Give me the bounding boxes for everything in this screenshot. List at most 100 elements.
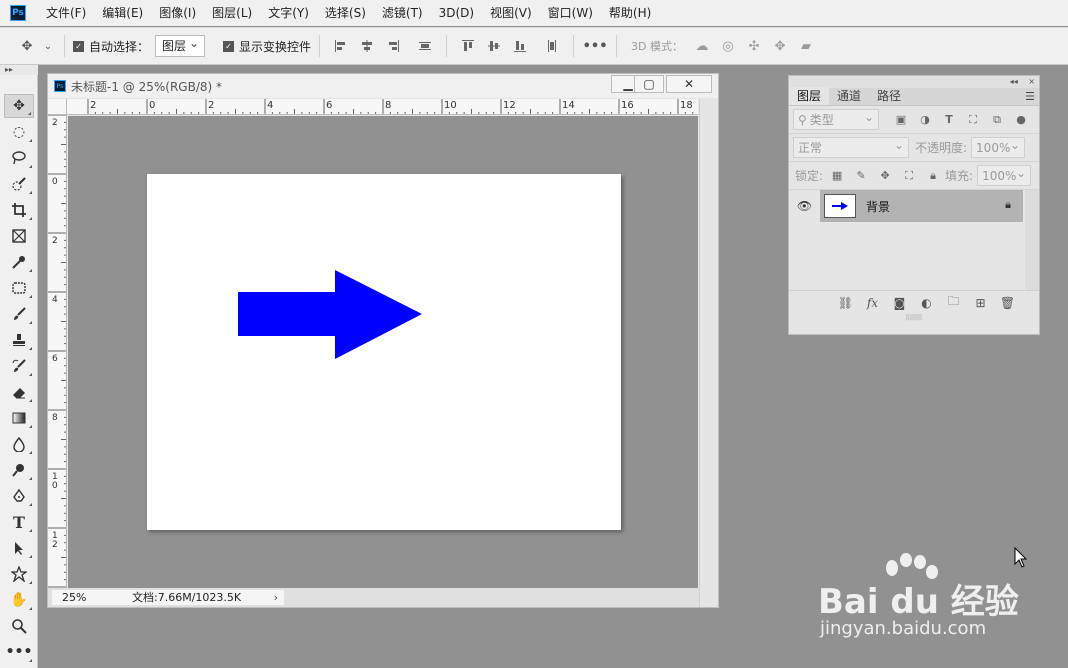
canvas-workspace[interactable] [68, 116, 698, 588]
adjustment-layer-icon[interactable]: ◐ [913, 296, 940, 310]
type-tool-icon[interactable]: T [4, 510, 34, 534]
horizontal-ruler[interactable]: 2 0 2 4 6 8 10 12 14 16 18 [67, 99, 698, 115]
tab-channels[interactable]: 通道 [829, 87, 869, 105]
show-transform-option[interactable]: ✓ 显示变换控件 [223, 38, 311, 55]
filter-smart-object-icon[interactable]: ⧉ [987, 110, 1007, 130]
menu-help[interactable]: 帮助(H) [601, 0, 659, 26]
move-tool-preset-icon[interactable]: ✥ [16, 35, 38, 57]
3d-slide-icon[interactable]: ✥ [769, 35, 791, 57]
lasso-tool-icon[interactable] [4, 146, 34, 170]
lock-paint-icon[interactable]: ✎ [851, 166, 871, 186]
menu-file[interactable]: 文件(F) [38, 0, 94, 26]
pen-tool-icon[interactable] [4, 484, 34, 508]
filter-adjustment-icon[interactable]: ◑ [915, 110, 935, 130]
blend-mode-dropdown[interactable]: 正常 ⌄ [793, 137, 909, 158]
auto-select-option[interactable]: ✓ 自动选择： [73, 38, 149, 55]
eyedropper-tool-icon[interactable] [4, 250, 34, 274]
history-brush-tool-icon[interactable] [4, 354, 34, 378]
distribute-vertical-icon[interactable] [541, 35, 563, 57]
menu-image[interactable]: 图像(I) [151, 0, 204, 26]
ruler-origin[interactable] [48, 99, 67, 115]
opacity-field[interactable]: 100% ⌄ [971, 137, 1026, 158]
brush-tool-icon[interactable] [4, 302, 34, 326]
layer-filter-dropdown[interactable]: ⚲ 类型 ⌄ [793, 109, 879, 130]
filter-shape-icon[interactable]: ⛶ [963, 110, 983, 130]
tab-layers[interactable]: 图层 [789, 87, 830, 105]
layer-row-background[interactable]: 背景 🔒︎ [820, 190, 1023, 222]
eraser-tool-icon[interactable] [4, 380, 34, 404]
crop-tool-icon[interactable] [4, 198, 34, 222]
chevron-down-icon[interactable]: ⌄ [42, 35, 54, 57]
zoom-tool-icon[interactable] [4, 614, 34, 638]
auto-select-checkbox[interactable]: ✓ [73, 40, 84, 52]
lock-artboard-icon[interactable]: ⛶ [899, 166, 919, 186]
shape-tool-icon[interactable] [4, 562, 34, 586]
panel-resize-grip[interactable]: |||||||| [789, 314, 1039, 322]
tools-collapse-toggle[interactable]: ▸▸ [0, 65, 38, 75]
filter-toggle-icon[interactable]: ● [1011, 110, 1031, 130]
eye-icon[interactable]: 👁︎ [789, 190, 820, 222]
align-top-icon[interactable] [457, 35, 479, 57]
align-bottom-icon[interactable] [509, 35, 531, 57]
link-layers-icon[interactable]: ⛓ [832, 296, 859, 310]
patch-tool-icon[interactable] [4, 276, 34, 300]
3d-orbit-icon[interactable]: ☁ [691, 35, 713, 57]
chevron-right-icon[interactable]: › [274, 590, 278, 605]
3d-scale-icon[interactable]: ▰ [795, 35, 817, 57]
distribute-horizontal-icon[interactable] [414, 35, 436, 57]
document-canvas[interactable] [147, 174, 621, 530]
delete-layer-icon[interactable]: 🗑︎ [994, 296, 1021, 310]
marquee-tool-icon[interactable]: ◌ [4, 120, 34, 144]
menu-3d[interactable]: 3D(D) [431, 0, 482, 26]
lock-position-icon[interactable]: ✥ [875, 166, 895, 186]
align-left-icon[interactable] [330, 35, 352, 57]
panel-menu-icon[interactable]: ☰ [1025, 90, 1035, 103]
maximize-button[interactable]: ▢ [634, 75, 664, 93]
document-info[interactable]: 文档:7.66M/1023.5K › [100, 590, 284, 605]
menu-edit[interactable]: 编辑(E) [94, 0, 151, 26]
more-tools-icon[interactable]: ••• [4, 640, 34, 664]
menu-window[interactable]: 窗口(W) [540, 0, 601, 26]
gradient-tool-icon[interactable] [4, 406, 34, 430]
lock-transparent-icon[interactable]: ▦ [827, 166, 847, 186]
new-group-icon[interactable]: 🗀 [940, 292, 967, 313]
path-select-tool-icon[interactable] [4, 536, 34, 560]
dodge-tool-icon[interactable] [4, 458, 34, 482]
move-tool-icon[interactable]: ✥ [4, 94, 34, 118]
frame-tool-icon[interactable] [4, 224, 34, 248]
menu-filter[interactable]: 滤镜(T) [374, 0, 431, 26]
close-button[interactable]: ✕ [666, 75, 712, 93]
document-tab[interactable]: Ps 未标题-1 @ 25%(RGB/8) * ▁ ▢ ✕ [48, 74, 718, 98]
new-layer-icon[interactable]: ⊞ [967, 296, 994, 310]
stamp-tool-icon[interactable] [4, 328, 34, 352]
quick-select-tool-icon[interactable] [4, 172, 34, 196]
align-middle-icon[interactable] [483, 35, 505, 57]
lock-all-icon[interactable]: 🔒︎ [923, 166, 943, 186]
3d-drag-icon[interactable]: ✣ [743, 35, 765, 57]
menu-type[interactable]: 文字(Y) [260, 0, 317, 26]
hand-tool-icon[interactable]: ✋ [4, 588, 34, 612]
auto-select-target-dropdown[interactable]: 图层 [155, 33, 206, 57]
align-center-icon[interactable] [356, 35, 378, 57]
tab-paths[interactable]: 路径 [869, 87, 909, 105]
close-panel-icon[interactable]: × [1028, 77, 1035, 86]
filter-type-icon[interactable]: T [939, 110, 959, 130]
menu-select[interactable]: 选择(S) [317, 0, 374, 26]
blur-tool-icon[interactable] [4, 432, 34, 456]
blue-arrow-shape[interactable] [238, 270, 422, 359]
menu-layer[interactable]: 图层(L) [204, 0, 260, 26]
more-options-icon[interactable]: ••• [583, 35, 608, 57]
vertical-scrollbar[interactable] [699, 99, 717, 607]
align-right-icon[interactable] [382, 35, 404, 57]
3d-roll-icon[interactable]: ◎ [717, 35, 739, 57]
add-mask-icon[interactable]: ◙ [886, 296, 913, 310]
filter-pixel-icon[interactable]: ▣ [891, 110, 911, 130]
zoom-level-field[interactable]: 25% [52, 590, 100, 605]
show-transform-checkbox[interactable]: ✓ [223, 40, 235, 52]
collapse-panel-icon[interactable]: ◂◂ [1010, 77, 1018, 86]
layers-scrollbar[interactable] [1025, 190, 1039, 290]
fill-field[interactable]: 100% ⌄ [977, 165, 1032, 186]
vertical-ruler[interactable]: 2 0 2 4 6 8 10 12 [48, 115, 67, 588]
menu-view[interactable]: 视图(V) [482, 0, 540, 26]
fx-icon[interactable]: fx [859, 296, 886, 310]
